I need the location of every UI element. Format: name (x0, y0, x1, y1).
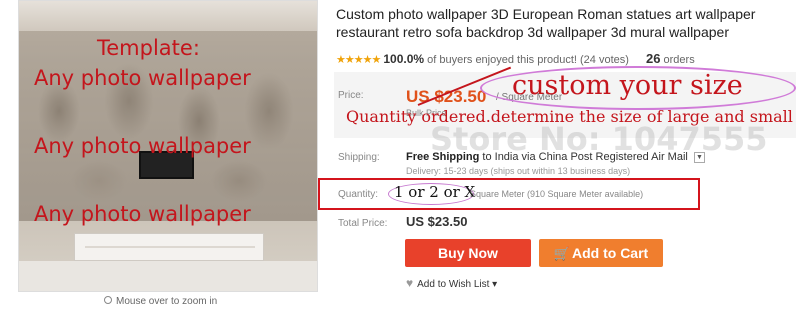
delivery-time: Delivery: 15-23 days (ships out within 1… (406, 166, 631, 176)
quantity-unit: Square Meter (910 Square Meter available… (470, 189, 644, 199)
magnifier-icon (104, 296, 112, 304)
image-tv-cabinet (74, 233, 264, 261)
quantity-note-annotation: Quantity ordered.determine the size of l… (346, 107, 793, 126)
cart-icon: 🛒 (553, 246, 570, 261)
rating-buyers-text[interactable]: of buyers enjoyed this product! (24 vote… (427, 54, 629, 66)
shipping-info: Free Shipping to India via China Post Re… (406, 151, 705, 163)
add-to-wishlist-link[interactable]: ♥ Add to Wish List ▾ (406, 276, 497, 290)
shipping-label: Shipping: (338, 152, 380, 163)
overlay-any-photo-2: Any photo wallpaper (34, 134, 251, 158)
wishlist-label: Add to Wish List (417, 279, 490, 290)
rating-stars-icon: ★★★★★ (336, 54, 381, 66)
rating-row: ★★★★★ 100.0% of buyers enjoyed this prod… (336, 51, 695, 66)
zoom-hint: Mouse over to zoom in (104, 296, 217, 307)
overlay-any-photo-1: Any photo wallpaper (34, 66, 251, 90)
zoom-hint-text: Mouse over to zoom in (116, 296, 218, 307)
orders-count: 26 (645, 51, 661, 66)
free-shipping-text: Free Shipping (406, 151, 480, 163)
product-title: Custom photo wallpaper 3D European Roman… (336, 6, 756, 40)
add-to-cart-label: Add to Cart (571, 245, 649, 261)
price-label: Price: (338, 90, 364, 101)
quantity-label: Quantity: (338, 189, 379, 200)
total-price-label: Total Price: (338, 218, 388, 229)
overlay-any-photo-3: Any photo wallpaper (34, 202, 251, 226)
heart-icon: ♥ (406, 276, 414, 290)
total-price-value: US $23.50 (406, 214, 468, 229)
add-to-cart-button[interactable]: 🛒 Add to Cart (539, 239, 663, 267)
chevron-down-icon: ▾ (492, 279, 498, 290)
buy-now-button[interactable]: Buy Now (405, 239, 531, 267)
quantity-input[interactable]: 1 or 2 or X (394, 183, 475, 201)
image-floor (19, 261, 317, 291)
rating-percent: 100.0% (383, 52, 425, 66)
shipping-dropdown-icon[interactable]: ▼ (693, 151, 705, 163)
overlay-template-label: Template: (97, 36, 200, 60)
shipping-method-text: to India via China Post Registered Air M… (482, 151, 688, 163)
orders-label: orders (663, 54, 695, 66)
custom-size-annotation: custom your size (512, 70, 743, 101)
